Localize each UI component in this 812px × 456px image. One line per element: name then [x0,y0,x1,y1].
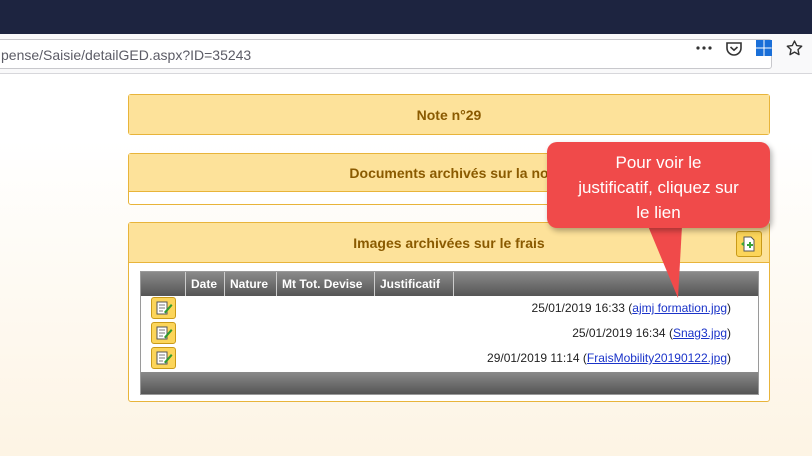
row-file-text: 29/01/2019 11:14 (FraisMobility20190122.… [487,351,731,365]
images-title: Images archivées sur le frais [353,234,545,251]
file-link[interactable]: ajmj formation.jpg [632,301,727,315]
pocket-icon[interactable] [724,39,744,57]
col-header-file [454,272,758,296]
images-grid: Date Nature Mt Tot. Devise Justificatif … [140,271,759,395]
images-header: Images archivées sur le frais [129,223,769,263]
table-row: 25/01/2019 16:33 (ajmj formation.jpg) [141,296,758,321]
callout-line-3: le lien [636,203,681,222]
more-icon[interactable] [694,39,714,57]
grid-header: Date Nature Mt Tot. Devise Justificatif [141,272,758,296]
col-header-date[interactable]: Date [186,272,225,296]
note-title: Note n°29 [129,95,769,134]
windows-icon[interactable] [754,39,774,57]
row-file-text: 25/01/2019 16:34 (Snag3.jpg) [572,326,731,340]
col-header-action [141,272,186,296]
col-header-nature[interactable]: Nature [225,272,277,296]
images-panel: Images archivées sur le frais Date Natur… [128,222,770,402]
file-link[interactable]: Snag3.jpg [673,326,727,340]
table-row: 25/01/2019 16:34 (Snag3.jpg) [141,321,758,346]
table-row: 29/01/2019 11:14 (FraisMobility20190122.… [141,346,758,371]
file-link[interactable]: FraisMobility20190122.jpg [587,351,727,365]
row-file-text: 25/01/2019 16:33 (ajmj formation.jpg) [531,301,731,315]
callout-line-2: justificatif, cliquez sur [578,178,739,197]
edit-row-button[interactable] [151,347,176,369]
edit-document-icon [156,326,172,340]
url-text: pense/Saisie/detailGED.aspx?ID=35243 [1,47,252,63]
browser-toolbar: pense/Saisie/detailGED.aspx?ID=35243 [0,34,812,74]
browser-titlebar [0,0,812,34]
col-header-amount[interactable]: Mt Tot. Devise [277,272,375,296]
address-bar[interactable]: pense/Saisie/detailGED.aspx?ID=35243 [0,39,772,69]
grid-footer [141,372,758,394]
edit-row-button[interactable] [151,297,176,319]
edit-row-button[interactable] [151,322,176,344]
edit-document-icon [156,351,172,365]
add-document-icon [741,236,755,252]
col-header-receipt[interactable]: Justificatif [375,272,454,296]
callout-line-1: Pour voir le [615,153,702,172]
help-callout: Pour voir le justificatif, cliquez sur l… [547,142,770,228]
note-panel: Note n°29 [128,94,770,135]
add-image-button[interactable] [736,231,762,257]
edit-document-icon [156,301,172,315]
star-icon[interactable] [784,39,804,57]
